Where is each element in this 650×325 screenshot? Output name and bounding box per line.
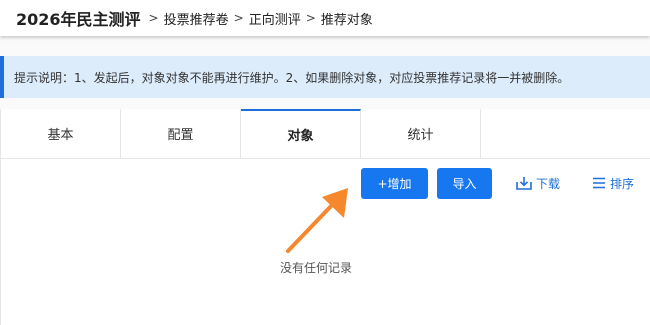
sort-button[interactable]: 排序 [592,172,634,194]
add-button[interactable]: +增加 [361,168,428,199]
tab-stats[interactable]: 统计 [361,109,481,158]
download-label: 下载 [536,176,561,191]
download-button[interactable]: 下载 [516,172,560,194]
breadcrumb-separator: > [233,11,244,25]
breadcrumb-item-1[interactable]: 投票推荐卷 [164,9,229,28]
empty-state: 没有任何记录 [0,259,650,276]
empty-state-text: 没有任何记录 [279,261,352,275]
spacer [0,36,650,56]
tab-basic[interactable]: 基本 [1,109,121,158]
page-header: 2026年民主测评 > 投票推荐卷 > 正向测评 > 推荐对象 [0,0,650,36]
tab-objects[interactable]: 对象 [241,109,361,158]
download-icon [516,177,532,190]
tab-config[interactable]: 配置 [121,109,241,158]
tab-bar: 基本 配置 对象 统计 [0,109,650,159]
breadcrumb-separator: > [305,11,316,25]
sort-list-icon [593,177,605,189]
notice-text: 提示说明：1、发起后，对象对象不能再进行维护。2、如果删除对象，对应投票推荐记录… [14,70,570,85]
spacer [0,98,650,109]
breadcrumb-item-2[interactable]: 正向测评 [249,9,301,28]
notice-banner: 提示说明：1、发起后，对象对象不能再进行维护。2、如果删除对象，对应投票推荐记录… [0,56,650,98]
sort-label: 排序 [610,176,635,191]
breadcrumb-separator: > [148,11,159,25]
breadcrumb-item-3: 推荐对象 [320,12,373,28]
arrow-annotation [286,188,348,253]
page-title: 2026年民主测评 [16,10,141,29]
import-button[interactable]: 导入 [437,168,492,199]
